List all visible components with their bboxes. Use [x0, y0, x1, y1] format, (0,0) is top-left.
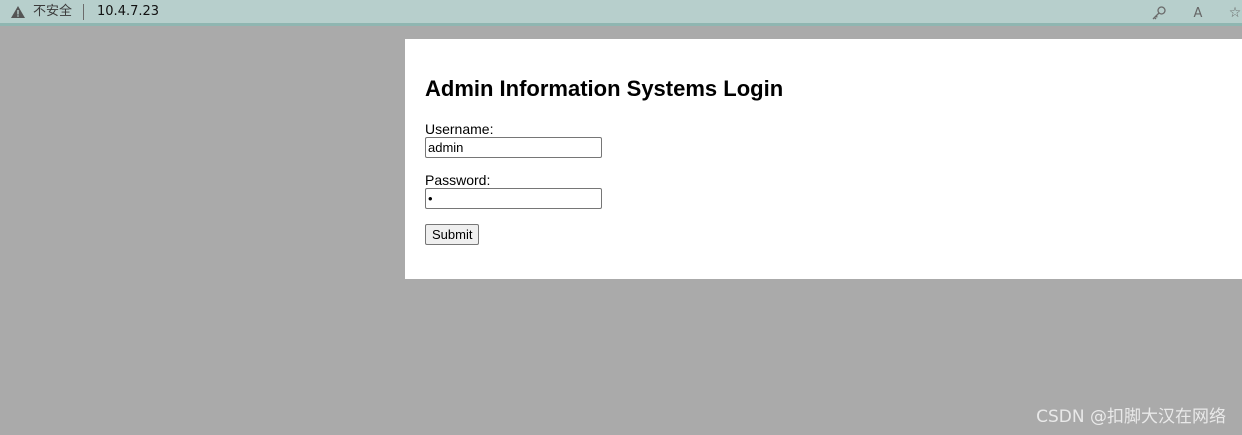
warning-icon[interactable]: [10, 4, 26, 20]
star-glyph: ☆: [1228, 5, 1242, 21]
read-aloud-icon[interactable]: A: [1189, 4, 1207, 22]
star-icon[interactable]: ☆: [1226, 4, 1242, 22]
login-panel: Admin Information Systems Login Username…: [405, 39, 1242, 279]
browser-address-bar: 不安全 10.4.7.23 A ☆: [0, 0, 1242, 26]
password-field[interactable]: [425, 188, 602, 209]
page-title: Admin Information Systems Login: [425, 76, 784, 101]
read-aloud-glyph: A: [1193, 5, 1203, 21]
url-field[interactable]: 10.4.7.23: [97, 4, 159, 20]
address-divider: [83, 3, 85, 20]
security-status-label[interactable]: 不安全: [33, 4, 72, 20]
username-label: Username:: [425, 121, 494, 137]
password-label: Password:: [425, 172, 491, 188]
submit-button[interactable]: Submit: [425, 224, 480, 245]
username-field[interactable]: [425, 137, 602, 158]
watermark: CSDN @扣脚大汉在网络: [1036, 407, 1226, 427]
address-bar-actions: A ☆: [1150, 0, 1242, 26]
key-icon[interactable]: [1150, 4, 1168, 22]
